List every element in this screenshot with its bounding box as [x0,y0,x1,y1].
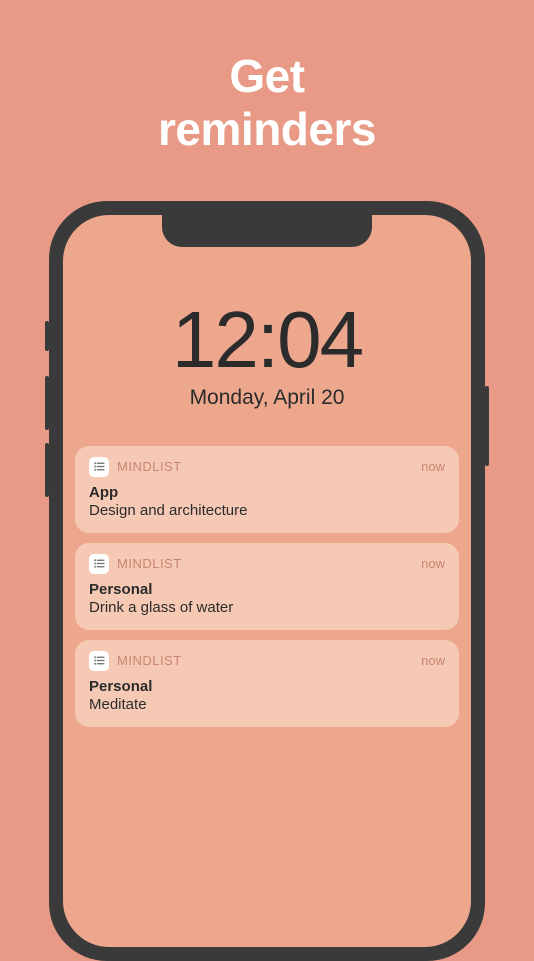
notification-card[interactable]: MINDLIST now Personal Meditate [75,640,459,727]
list-icon [89,457,109,477]
notifications-list: MINDLIST now App Design and architecture [63,446,471,727]
phone-screen: 12:04 Monday, April 20 [63,215,471,947]
notification-body: Meditate [89,696,445,713]
promo-headline: Get reminders [158,50,376,156]
list-icon [89,554,109,574]
headline-line-2: reminders [158,103,376,156]
notification-body: Drink a glass of water [89,599,445,616]
phone-frame: 12:04 Monday, April 20 [49,201,485,961]
notification-timestamp: now [421,653,445,668]
notification-title: Personal [89,678,445,695]
notification-title: App [89,484,445,501]
notification-header: MINDLIST now [89,554,445,574]
notification-app-name: MINDLIST [117,556,413,571]
notification-title: Personal [89,581,445,598]
lockscreen: 12:04 Monday, April 20 [63,215,471,727]
notification-timestamp: now [421,459,445,474]
phone-notch [162,215,372,247]
notification-card[interactable]: MINDLIST now Personal Drink a glass of w… [75,543,459,630]
list-icon [89,651,109,671]
notification-body: Design and architecture [89,502,445,519]
notification-card[interactable]: MINDLIST now App Design and architecture [75,446,459,533]
phone-power-button [485,386,489,466]
notification-header: MINDLIST now [89,457,445,477]
notification-timestamp: now [421,556,445,571]
lockscreen-date: Monday, April 20 [190,386,345,410]
lockscreen-time: 12:04 [172,300,362,380]
notification-app-name: MINDLIST [117,459,413,474]
notification-header: MINDLIST now [89,651,445,671]
headline-line-1: Get [158,50,376,103]
phone-mockup: 12:04 Monday, April 20 [49,201,485,961]
notification-app-name: MINDLIST [117,653,413,668]
